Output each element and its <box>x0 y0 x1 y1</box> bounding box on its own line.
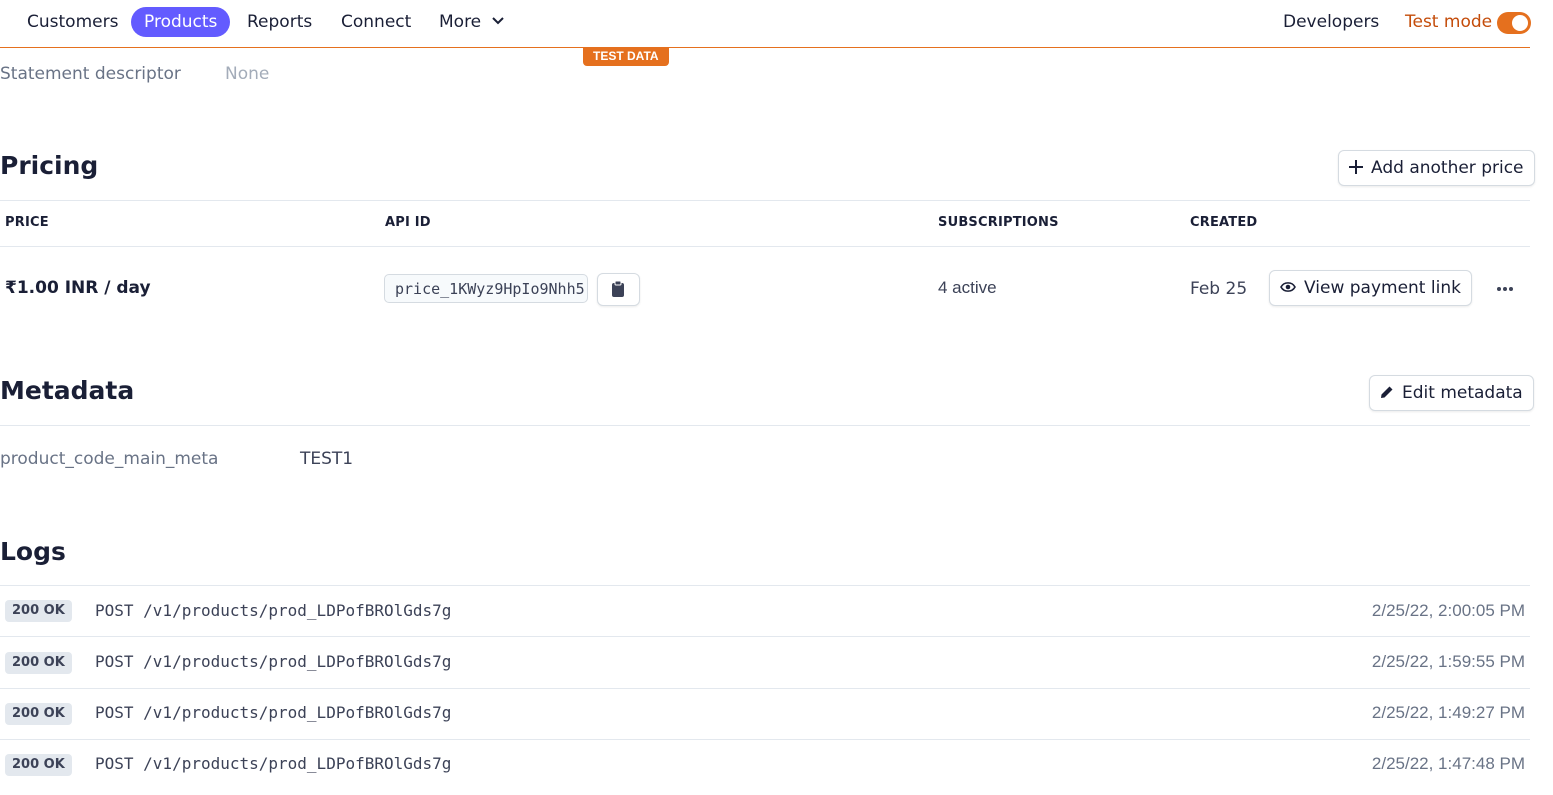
nav-products[interactable]: Products <box>131 7 231 37</box>
toggle-knob <box>1512 15 1528 31</box>
column-header-created: CREATED <box>1190 215 1258 230</box>
log-request: POST /v1/products/prod_LDPofBROlGds7g <box>95 652 452 671</box>
divider <box>0 425 1530 426</box>
pencil-icon <box>1381 386 1393 398</box>
test-mode-label: Test mode <box>1405 12 1493 32</box>
log-request: POST /v1/products/prod_LDPofBROlGds7g <box>95 703 452 722</box>
test-mode-toggle[interactable] <box>1497 12 1531 34</box>
nav-more-label: More <box>439 12 482 32</box>
nav-developers[interactable]: Developers <box>1283 7 1379 37</box>
nav-connect[interactable]: Connect <box>341 7 411 37</box>
logs-title: Logs <box>0 537 66 566</box>
plus-icon <box>1349 159 1363 174</box>
nav-more[interactable]: More <box>439 7 505 37</box>
nav-customers[interactable]: Customers <box>27 7 118 37</box>
divider <box>0 200 1530 201</box>
view-payment-link-button[interactable]: View payment link <box>1269 270 1472 306</box>
copy-button[interactable] <box>597 273 640 306</box>
log-time: 2/25/22, 2:00:05 PM <box>1371 601 1525 620</box>
view-payment-link-label: View payment link <box>1304 278 1461 298</box>
column-header-subscriptions: SUBSCRIPTIONS <box>938 215 1059 230</box>
edit-metadata-button[interactable]: Edit metadata <box>1369 375 1534 411</box>
log-request: POST /v1/products/prod_LDPofBROlGds7g <box>95 754 452 773</box>
status-badge: 200 OK <box>5 600 72 622</box>
divider <box>0 636 1530 637</box>
metadata-value: TEST1 <box>300 449 354 469</box>
log-request: POST /v1/products/prod_LDPofBROlGds7g <box>95 601 452 620</box>
test-data-badge: TEST DATA <box>583 47 669 66</box>
more-options-icon[interactable] <box>1496 286 1514 292</box>
statement-descriptor-value: None <box>225 64 270 84</box>
pricing-title: Pricing <box>0 151 99 180</box>
add-another-price-label: Add another price <box>1371 158 1524 178</box>
column-header-price: PRICE <box>5 215 49 230</box>
column-header-api-id: API ID <box>385 215 431 230</box>
status-badge: 200 OK <box>5 754 72 776</box>
api-id-field[interactable]: price_1KWyz9HpIo9Nhh5 <box>384 274 588 303</box>
divider <box>0 246 1530 247</box>
clipboard-icon <box>612 281 624 297</box>
nav-reports[interactable]: Reports <box>247 7 312 37</box>
metadata-key: product_code_main_meta <box>0 449 219 469</box>
log-time: 2/25/22, 1:47:48 PM <box>1371 754 1525 773</box>
divider <box>0 585 1530 586</box>
divider <box>0 739 1530 740</box>
chevron-down-icon <box>491 16 504 24</box>
log-time: 2/25/22, 1:59:55 PM <box>1371 652 1525 671</box>
edit-metadata-label: Edit metadata <box>1402 383 1523 403</box>
metadata-title: Metadata <box>0 376 135 405</box>
divider <box>0 688 1530 689</box>
statement-descriptor-label: Statement descriptor <box>0 64 181 84</box>
add-another-price-button[interactable]: Add another price <box>1338 150 1535 186</box>
log-time: 2/25/22, 1:49:27 PM <box>1371 703 1525 722</box>
eye-icon <box>1280 281 1296 292</box>
subscriptions-count: 4 active <box>938 278 997 297</box>
status-badge: 200 OK <box>5 703 72 725</box>
status-badge: 200 OK <box>5 652 72 674</box>
price-amount: ₹1.00 INR / day <box>5 278 151 298</box>
created-date: Feb 25 <box>1190 279 1248 299</box>
top-navigation: Customers Products Reports Connect More … <box>0 0 1531 48</box>
